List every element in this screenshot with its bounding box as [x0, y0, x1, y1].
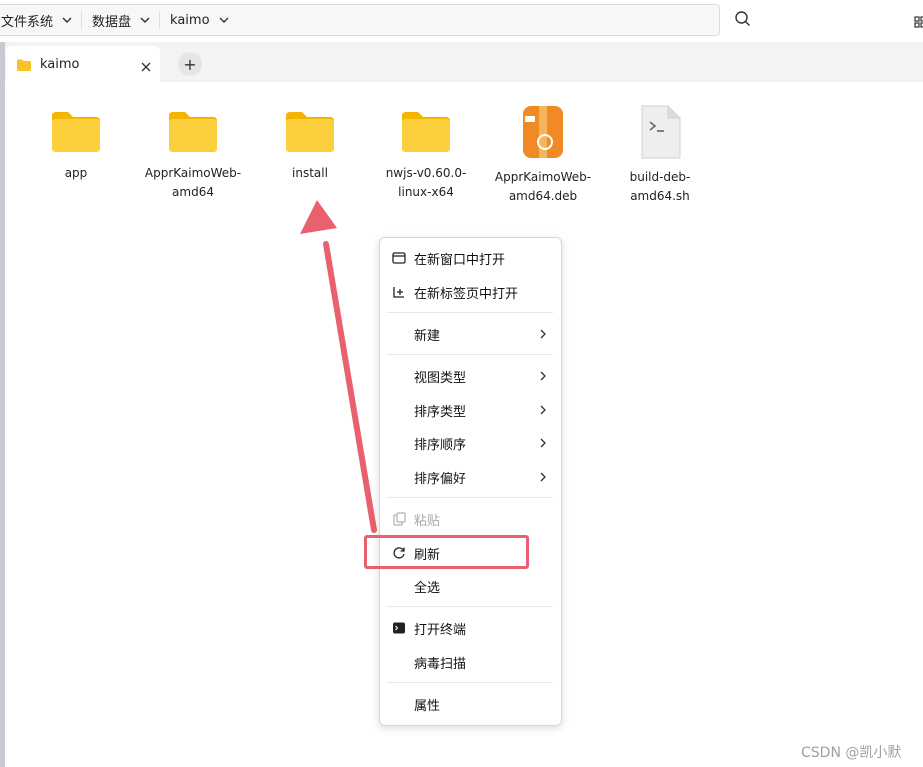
breadcrumb-label: 数据盘 [92, 14, 132, 30]
file-item-nwjs[interactable]: nwjs-v0.60.0- linux-x64 [371, 108, 481, 202]
search-icon[interactable] [734, 10, 752, 28]
chevron-down-icon[interactable] [59, 12, 75, 28]
file-name: ApprKaimoWeb- amd64 [144, 166, 242, 199]
menu-label: 视图类型 [414, 371, 467, 386]
annotation-highlight-box [364, 535, 529, 569]
breadcrumb-label: kaimo [170, 12, 210, 28]
menu-label: 全选 [414, 581, 441, 596]
menu-item-select-all[interactable]: 全选 [380, 571, 561, 601]
menu-item-view-type[interactable]: 视图类型 [380, 361, 561, 391]
breadcrumb-item-filesystem[interactable]: 文件系统 [0, 5, 81, 35]
file-name: build-deb- amd64.sh [629, 170, 691, 203]
chevron-down-icon[interactable] [216, 12, 232, 28]
menu-label: 粘贴 [414, 514, 441, 529]
folder-icon [169, 112, 217, 152]
menu-item-paste[interactable]: 粘贴 [380, 504, 561, 534]
menu-label: 排序顺序 [414, 438, 467, 453]
new-tab-icon [392, 285, 406, 299]
menu-separator [387, 497, 553, 498]
menu-item-virus-scan[interactable]: 病毒扫描 [380, 647, 561, 677]
menu-label: 病毒扫描 [414, 657, 467, 672]
file-item-script[interactable]: build-deb- amd64.sh [605, 104, 715, 206]
folder-icon [16, 57, 32, 71]
breadcrumb-item-kaimo[interactable]: kaimo [160, 5, 238, 35]
chevron-right-icon [539, 370, 547, 382]
shell-script-icon [641, 105, 681, 159]
menu-separator [387, 682, 553, 683]
add-tab-button[interactable]: + [178, 52, 202, 76]
menu-label: 排序类型 [414, 405, 467, 420]
deb-package-icon [523, 106, 563, 158]
breadcrumb-item-data-disk[interactable]: 数据盘 [82, 5, 159, 35]
file-item-apprkaimoweb-amd64[interactable]: ApprKaimoWeb- amd64 [138, 108, 248, 202]
breadcrumb: 文件系统 数据盘 kaimo [0, 4, 720, 36]
menu-separator [387, 312, 553, 313]
menu-item-new[interactable]: 新建 [380, 319, 561, 349]
menu-label: 打开终端 [414, 623, 467, 638]
close-icon[interactable] [140, 58, 152, 72]
menu-item-sort-type[interactable]: 排序类型 [380, 395, 561, 425]
chevron-down-icon[interactable] [137, 12, 153, 28]
menu-separator [387, 606, 553, 607]
file-item-app[interactable]: app [21, 108, 131, 183]
file-item-deb[interactable]: ApprKaimoWeb- amd64.deb [488, 104, 598, 206]
menu-label: 排序偏好 [414, 472, 467, 487]
menu-label: 属性 [414, 699, 441, 714]
terminal-icon [392, 621, 406, 635]
tab-kaimo[interactable]: kaimo [6, 46, 160, 82]
menu-item-open-new-tab[interactable]: 在新标签页中打开 [380, 277, 561, 307]
chevron-right-icon [539, 328, 547, 340]
menu-item-sort-preference[interactable]: 排序偏好 [380, 462, 561, 492]
file-item-install[interactable]: install [255, 108, 365, 183]
menu-item-open-new-window[interactable]: 在新窗口中打开 [380, 243, 561, 273]
window-edge [0, 42, 5, 767]
menu-label: 在新标签页中打开 [414, 287, 519, 302]
breadcrumb-label: 文件系统 [1, 14, 54, 30]
menu-separator [387, 354, 553, 355]
new-window-icon [392, 251, 406, 265]
menu-item-open-terminal[interactable]: 打开终端 [380, 613, 561, 643]
menu-item-properties[interactable]: 属性 [380, 689, 561, 719]
folder-icon [402, 112, 450, 152]
chevron-right-icon [539, 404, 547, 416]
menu-item-sort-order[interactable]: 排序顺序 [380, 428, 561, 458]
folder-icon [52, 112, 100, 152]
paste-icon [392, 512, 406, 526]
chevron-right-icon [539, 437, 547, 449]
view-mode-icon[interactable] [914, 13, 923, 28]
file-name: install [292, 166, 328, 180]
context-menu: 在新窗口中打开 在新标签页中打开 新建 视图类型 排序类型 排序顺序 排序偏好 [379, 237, 562, 726]
tab-label: kaimo [40, 56, 80, 72]
chevron-right-icon [539, 471, 547, 483]
menu-label: 在新窗口中打开 [414, 253, 506, 268]
address-bar-area: 文件系统 数据盘 kaimo [0, 0, 923, 42]
folder-icon [286, 112, 334, 152]
file-name: app [64, 166, 88, 180]
file-name: ApprKaimoWeb- amd64.deb [494, 170, 592, 203]
watermark: CSDN @凯小默 [801, 745, 902, 761]
menu-label: 新建 [414, 329, 441, 344]
